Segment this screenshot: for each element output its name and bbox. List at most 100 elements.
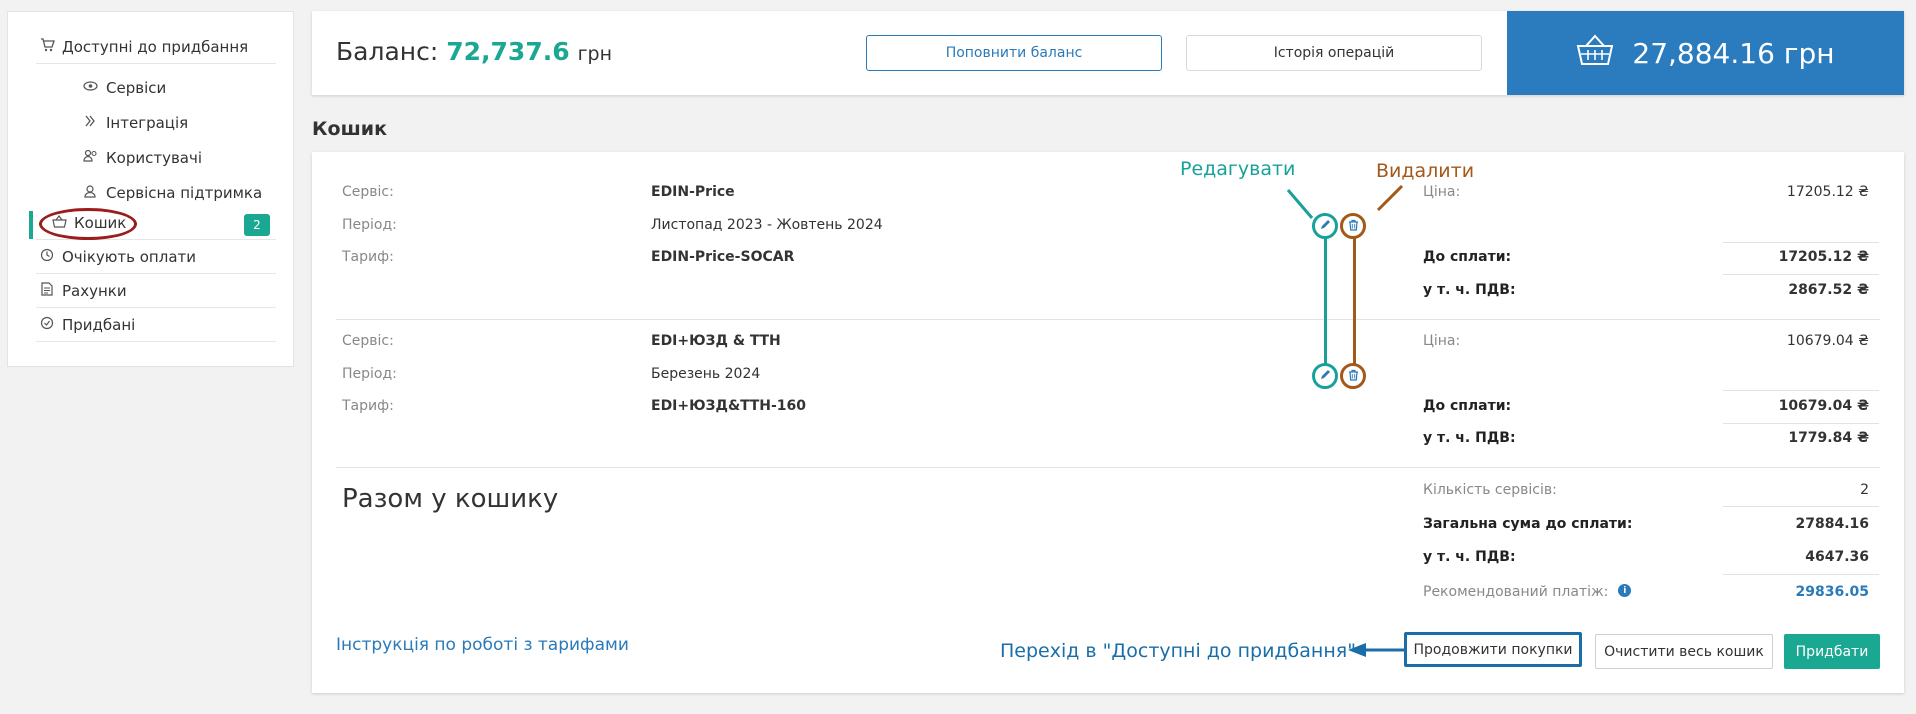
sidebar: Доступні до придбання Сервіси Інтеграція… bbox=[7, 11, 294, 367]
price-label: Ціна: bbox=[1423, 333, 1461, 349]
sidebar-item-awaiting-payment[interactable]: Очікують оплати bbox=[36, 241, 276, 274]
item-price: 10679.04 ₴ bbox=[1786, 333, 1869, 349]
support-icon bbox=[80, 184, 100, 202]
balance-value: 72,737.6 bbox=[446, 37, 570, 66]
recommended-payment-value: 29836.05 bbox=[1795, 584, 1869, 600]
divider bbox=[1723, 423, 1879, 424]
item-tariff: EDI+ЮЗД&ТТН-160 bbox=[651, 398, 807, 414]
balance-currency: грн bbox=[577, 43, 613, 65]
clear-cart-button[interactable]: Очистити весь кошик bbox=[1595, 634, 1773, 669]
period-label: Період: bbox=[342, 217, 397, 233]
balance: Баланс: 72,737.6 грн bbox=[336, 37, 612, 66]
eye-icon bbox=[80, 80, 100, 95]
check-circle-icon bbox=[36, 316, 58, 334]
total-vat-label: у т. ч. ПДВ: bbox=[1423, 549, 1516, 565]
delete-button[interactable] bbox=[1340, 213, 1366, 239]
delete-connector-line bbox=[1353, 234, 1356, 374]
item-service: EDIN-Price bbox=[651, 184, 735, 200]
edit-annotation: Редагувати bbox=[1180, 158, 1296, 180]
balance-bar: Баланс: 72,737.6 грн Поповнити баланс Іс… bbox=[312, 11, 1904, 95]
period-label: Період: bbox=[342, 366, 397, 382]
delete-button[interactable] bbox=[1340, 363, 1366, 389]
sidebar-item-purchased[interactable]: Придбані bbox=[36, 309, 276, 342]
history-button[interactable]: Історія операцій bbox=[1186, 35, 1482, 71]
info-icon[interactable]: i bbox=[1618, 584, 1632, 597]
item-to-pay: 17205.12 ₴ bbox=[1778, 249, 1869, 265]
sidebar-item-label: Сервісна підтримка bbox=[106, 183, 263, 202]
balance-label: Баланс: bbox=[336, 37, 439, 66]
sidebar-item-label: Сервіси bbox=[106, 78, 167, 97]
vat-label: у т. ч. ПДВ: bbox=[1423, 430, 1516, 446]
sidebar-item-label: Придбані bbox=[62, 316, 136, 334]
sidebar-item-users[interactable]: Користувачі bbox=[80, 141, 202, 174]
pencil-icon bbox=[1319, 219, 1331, 234]
tariff-label: Тариф: bbox=[342, 249, 394, 265]
edit-button[interactable] bbox=[1312, 363, 1338, 389]
sidebar-item-label: Користувачі bbox=[106, 148, 203, 167]
services-count-value: 2 bbox=[1860, 482, 1869, 498]
sidebar-item-label: Очікують оплати bbox=[62, 248, 196, 266]
cart-icon bbox=[36, 38, 58, 56]
recommended-payment-label: Рекомендований платіж: i bbox=[1423, 584, 1632, 600]
edit-connector-line bbox=[1324, 234, 1327, 374]
price-label: Ціна: bbox=[1423, 184, 1461, 200]
recommended-payment-text: Рекомендований платіж: bbox=[1423, 584, 1609, 600]
grand-total-label: Загальна сума до сплати: bbox=[1423, 516, 1633, 532]
clock-icon bbox=[36, 248, 58, 266]
cart-total-value: 27,884.16 грн bbox=[1632, 36, 1835, 70]
to-pay-label: До сплати: bbox=[1423, 398, 1512, 414]
edit-button[interactable] bbox=[1312, 213, 1338, 239]
trash-icon bbox=[1348, 219, 1359, 234]
sidebar-item-label: Рахунки bbox=[62, 282, 127, 300]
service-label: Сервіс: bbox=[342, 184, 394, 200]
trash-icon bbox=[1348, 369, 1359, 384]
divider bbox=[1723, 390, 1879, 391]
pencil-icon bbox=[1319, 369, 1331, 384]
item-price: 17205.12 ₴ bbox=[1786, 184, 1869, 200]
item-period: Листопад 2023 - Жовтень 2024 bbox=[651, 217, 883, 233]
users-icon bbox=[80, 149, 100, 166]
sidebar-item-label: Інтеграція bbox=[106, 113, 189, 132]
item-to-pay: 10679.04 ₴ bbox=[1778, 398, 1869, 414]
divider bbox=[1723, 574, 1879, 575]
tariff-instructions-link[interactable]: Інструкція по роботі з тарифами bbox=[336, 635, 629, 655]
document-icon bbox=[36, 282, 58, 300]
topup-button[interactable]: Поповнити баланс bbox=[866, 35, 1162, 71]
sidebar-item-integration[interactable]: Інтеграція bbox=[80, 106, 188, 139]
service-label: Сервіс: bbox=[342, 333, 394, 349]
total-vat-value: 4647.36 bbox=[1805, 549, 1869, 565]
cart-card: Сервіс: Період: Тариф: EDIN-Price Листоп… bbox=[312, 152, 1904, 693]
delete-annotation: Видалити bbox=[1376, 160, 1475, 182]
cart-highlight-oval bbox=[39, 208, 137, 240]
item-service: EDI+ЮЗД & ТТН bbox=[651, 333, 781, 349]
divider bbox=[1723, 274, 1879, 275]
vat-label: у т. ч. ПДВ: bbox=[1423, 282, 1516, 298]
divider bbox=[336, 467, 1880, 468]
cart-total-panel[interactable]: 27,884.16 грн bbox=[1507, 11, 1904, 95]
divider bbox=[1723, 242, 1879, 243]
totals-title: Разом у кошику bbox=[342, 484, 559, 514]
annotation-arrow bbox=[1348, 643, 1406, 657]
basket-icon bbox=[1576, 34, 1614, 73]
sidebar-item-available[interactable]: Доступні до придбання bbox=[36, 31, 276, 64]
go-available-annotation: Перехід в "Доступні до придбання" bbox=[1000, 640, 1356, 662]
item-vat: 2867.52 ₴ bbox=[1788, 282, 1869, 298]
divider bbox=[1723, 506, 1879, 507]
cart-count-badge: 2 bbox=[244, 214, 270, 236]
continue-shopping-button[interactable]: Продовжити покупки bbox=[1404, 632, 1582, 667]
item-period: Березень 2024 bbox=[651, 366, 761, 382]
divider bbox=[336, 319, 1880, 320]
sidebar-item-services[interactable]: Сервіси bbox=[80, 71, 166, 104]
sidebar-item-label: Доступні до придбання bbox=[62, 38, 249, 56]
integration-icon bbox=[80, 114, 100, 132]
buy-button[interactable]: Придбати bbox=[1784, 634, 1880, 669]
item-tariff: EDIN-Price-SOCAR bbox=[651, 249, 795, 265]
sidebar-item-support[interactable]: Сервісна підтримка bbox=[80, 176, 262, 209]
grand-total-value: 27884.16 bbox=[1795, 516, 1869, 532]
to-pay-label: До сплати: bbox=[1423, 249, 1512, 265]
tariff-label: Тариф: bbox=[342, 398, 394, 414]
sidebar-item-invoices[interactable]: Рахунки bbox=[36, 275, 276, 308]
section-title: Кошик bbox=[312, 118, 387, 140]
active-indicator bbox=[29, 211, 33, 239]
item-vat: 1779.84 ₴ bbox=[1788, 430, 1869, 446]
